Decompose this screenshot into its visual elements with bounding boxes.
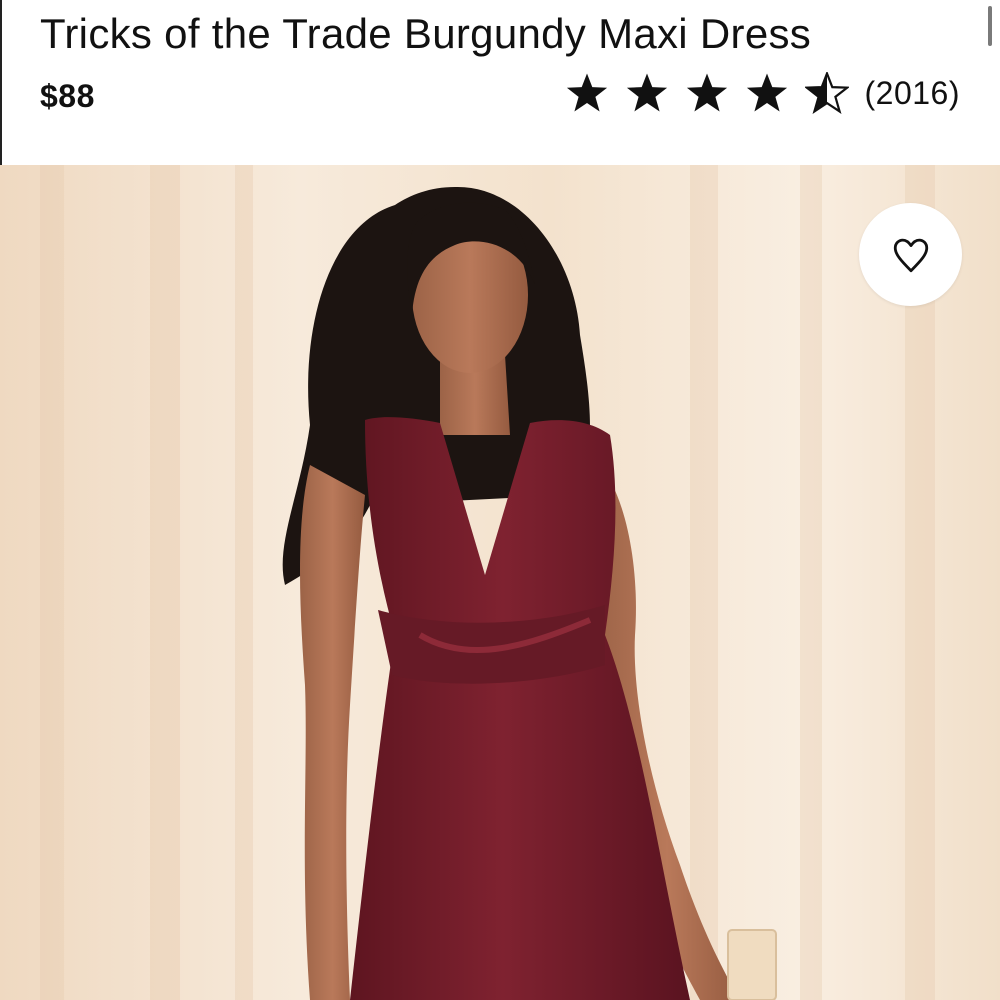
product-price: $88: [40, 78, 95, 114]
scroll-indicator[interactable]: [988, 6, 992, 46]
star-full-icon: [565, 72, 609, 114]
review-count[interactable]: (2016): [865, 75, 961, 112]
star-full-icon: [745, 72, 789, 114]
left-edge-divider: [0, 0, 2, 165]
product-title: Tricks of the Trade Burgundy Maxi Dress: [40, 10, 812, 57]
star-half-icon: [804, 72, 849, 114]
favorite-button[interactable]: [859, 203, 962, 306]
product-page: Tricks of the Trade Burgundy Maxi Dress …: [0, 0, 1000, 1000]
product-rating[interactable]: (2016): [565, 70, 961, 116]
heart-icon: [893, 238, 928, 272]
product-image[interactable]: [0, 165, 1000, 1000]
rating-stars: [565, 72, 849, 114]
product-photo: [0, 165, 1000, 1000]
star-full-icon: [685, 72, 729, 114]
star-full-icon: [625, 72, 669, 114]
